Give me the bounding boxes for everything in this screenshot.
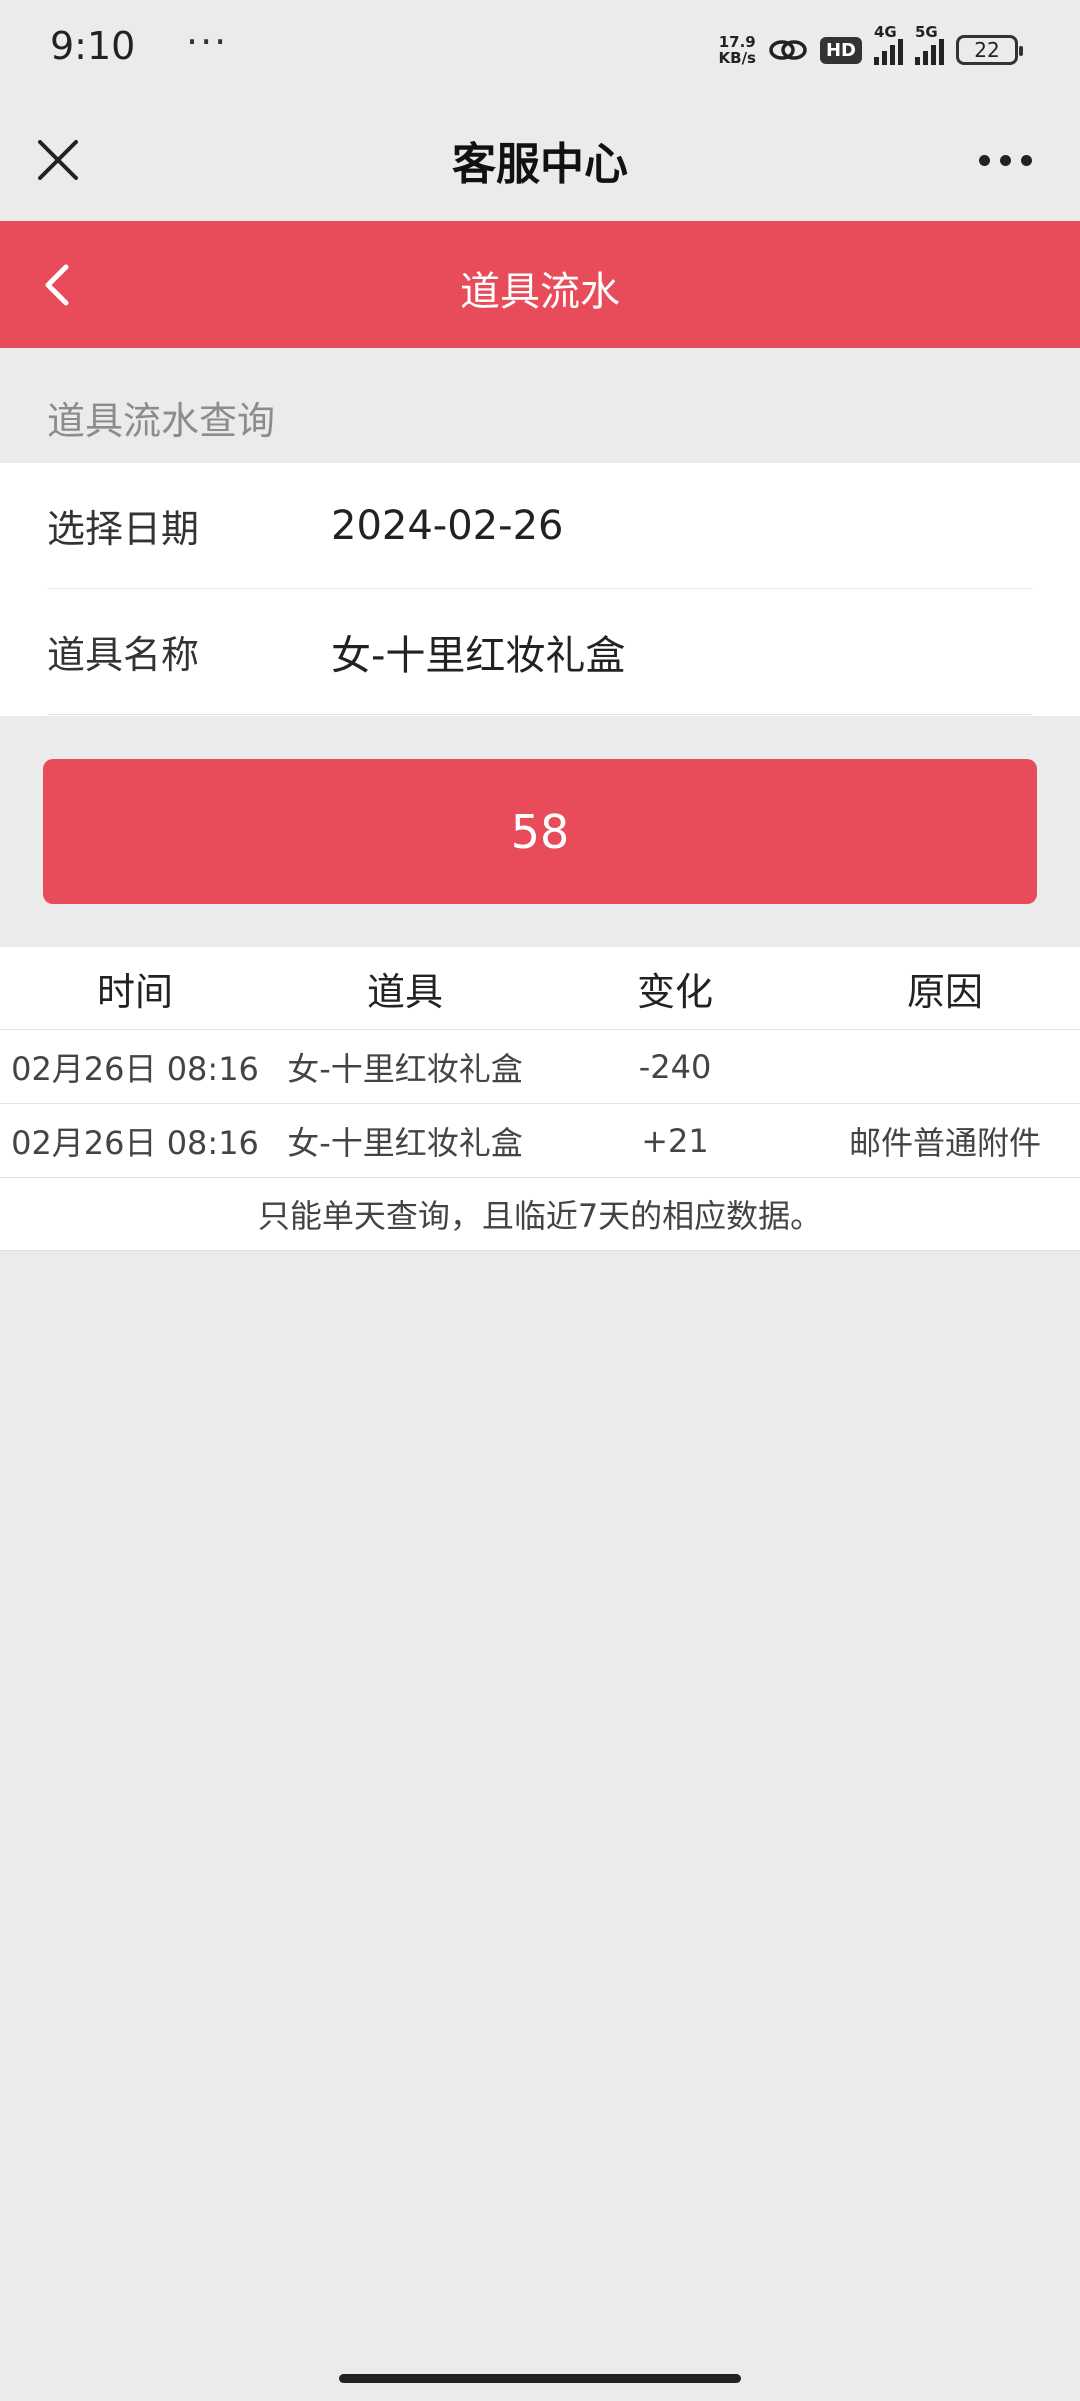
- cell-change: +21: [641, 1121, 709, 1160]
- table-row: 02月26日 08:16 女-十里红妆礼盒 -240: [0, 1030, 1080, 1104]
- signal-5g-icon: 5G: [915, 23, 944, 65]
- section-header: 道具流水: [0, 221, 1080, 348]
- link-icon: [769, 40, 807, 60]
- status-bar: 9:10 ··· 17.9 KB/s HD 4G 5G 22: [0, 0, 1080, 100]
- more-dot-icon: [978, 154, 990, 166]
- hd-voice-icon: HD: [819, 36, 862, 64]
- cell-reason: [810, 1030, 1080, 1103]
- date-row[interactable]: 选择日期 2024-02-26: [47, 463, 1033, 589]
- query-note: 只能单天查询，且临近7天的相应数据。: [0, 1178, 1080, 1251]
- signal-4g-label: 4G: [874, 23, 897, 41]
- battery-level: 22: [974, 38, 1000, 62]
- cell-item: 女-十里红妆礼盒: [287, 1123, 523, 1162]
- signal-4g-icon: 4G: [874, 23, 903, 65]
- date-picker[interactable]: 2024-02-26: [331, 503, 563, 549]
- item-label: 道具名称: [47, 633, 200, 677]
- cell-reason: 邮件普通附件: [848, 1123, 1041, 1162]
- more-dot-icon: [1020, 154, 1032, 166]
- more-options-button[interactable]: [970, 140, 1040, 180]
- column-header-time: 时间: [96, 969, 173, 1014]
- item-picker[interactable]: 女-十里红妆礼盒: [331, 623, 625, 681]
- column-header-reason: 原因: [906, 969, 983, 1014]
- title-bar: 客服中心: [0, 100, 1080, 220]
- status-time: 9:10: [50, 24, 136, 68]
- cell-item: 女-十里红妆礼盒: [287, 1049, 523, 1088]
- network-speed-unit: KB/s: [718, 49, 756, 67]
- date-label: 选择日期: [47, 507, 200, 551]
- section-label: 道具流水查询: [47, 399, 276, 443]
- signal-5g-label: 5G: [915, 23, 938, 41]
- network-speed: 17.9 KB/s: [719, 34, 756, 66]
- column-header-change: 变化: [636, 969, 713, 1014]
- battery-icon: 22: [956, 35, 1023, 65]
- cell-change: -240: [638, 1047, 712, 1086]
- home-indicator[interactable]: [339, 2374, 741, 2383]
- query-button[interactable]: 58: [43, 759, 1037, 904]
- cell-time: 02月26日 08:16: [11, 1123, 259, 1162]
- item-row[interactable]: 道具名称 女-十里红妆礼盒: [47, 589, 1033, 715]
- header-title: 道具流水: [460, 269, 620, 315]
- table-header: 时间 道具 变化 原因: [0, 947, 1080, 1030]
- more-dot-icon: [999, 154, 1011, 166]
- column-header-item: 道具: [366, 969, 443, 1014]
- cell-time: 02月26日 08:16: [11, 1049, 259, 1088]
- status-more-dots: ···: [186, 20, 229, 64]
- page-title: 客服中心: [452, 139, 628, 190]
- record-table: 时间 道具 变化 原因 02月26日 08:16 女-十里红妆礼盒 -240 0…: [0, 947, 1080, 1251]
- network-speed-value: 17.9: [718, 33, 756, 51]
- table-row: 02月26日 08:16 女-十里红妆礼盒 +21 邮件普通附件: [0, 1104, 1080, 1178]
- status-indicators: 17.9 KB/s HD 4G 5G 22: [719, 23, 1023, 72]
- query-form: 选择日期 2024-02-26 道具名称 女-十里红妆礼盒: [0, 463, 1080, 716]
